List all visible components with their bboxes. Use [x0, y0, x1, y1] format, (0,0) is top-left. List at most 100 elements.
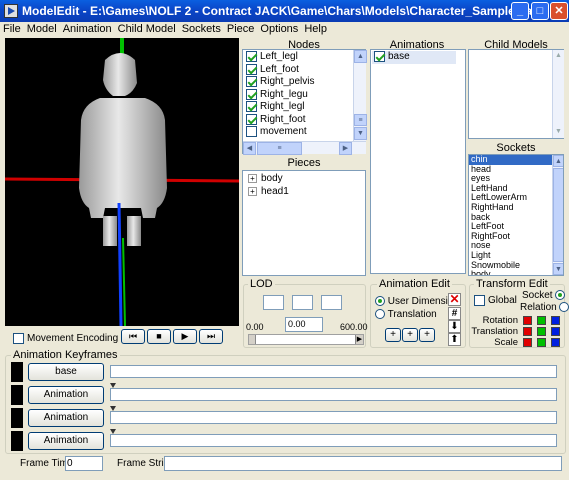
play-button[interactable]: ▶ [173, 329, 197, 344]
movement-encoding-checkbox[interactable] [13, 333, 24, 344]
menu-animation[interactable]: Animation [60, 22, 115, 36]
lod-box-3[interactable] [321, 295, 342, 310]
scroll-up-icon[interactable]: ▲ [553, 50, 564, 62]
scroll-up-icon[interactable]: ▲ [354, 50, 367, 63]
expand-icon[interactable]: + [248, 186, 257, 196]
stop-button[interactable]: ■ [147, 329, 171, 344]
skip-end-button[interactable]: ⏭ [199, 329, 223, 344]
node-item[interactable]: Left_legl [244, 51, 352, 64]
node-checkbox[interactable] [246, 126, 257, 137]
expand-icon[interactable]: + [248, 173, 257, 183]
animation-checkbox[interactable] [374, 51, 385, 62]
frame-string-field[interactable] [164, 456, 562, 471]
menu-piece[interactable]: Piece [224, 22, 258, 36]
keyframe-animation-button[interactable]: base [28, 363, 104, 381]
keyframe-track[interactable] [110, 434, 557, 447]
nodes-list[interactable]: Left_legl Left_foot Right_pelvis Right_legu… [242, 49, 367, 155]
keyframe-animation-button[interactable]: Animation [28, 386, 104, 404]
rotation-y-swatch[interactable] [537, 316, 546, 325]
node-item[interactable]: movement [244, 126, 352, 139]
plus-button-3[interactable]: + [419, 328, 435, 342]
hash-icon[interactable]: # [448, 307, 461, 320]
scale-x-swatch[interactable] [523, 338, 532, 347]
arrow-up-icon[interactable]: ⬆ [448, 333, 461, 346]
node-item[interactable]: Left_foot [244, 63, 352, 77]
socket-option[interactable]: Socket [522, 290, 566, 301]
sockets-list[interactable]: chin head eyes LeftHand LeftLowerArm RightHan… [468, 154, 564, 276]
rotation-x-swatch[interactable] [523, 316, 532, 325]
scroll-down-icon[interactable]: ▼ [553, 126, 564, 138]
lod-box-2[interactable] [292, 295, 313, 310]
global-option[interactable]: Global [474, 295, 517, 306]
app-icon[interactable] [4, 4, 18, 18]
keyframe-marker-icon[interactable] [110, 406, 116, 411]
node-checkbox[interactable] [246, 51, 257, 62]
translation-z-swatch[interactable] [551, 327, 560, 336]
minimize-button[interactable]: _ [511, 2, 529, 20]
translation-y-swatch[interactable] [537, 327, 546, 336]
menu-help[interactable]: Help [301, 22, 330, 36]
node-checkbox[interactable] [246, 63, 257, 75]
close-button[interactable]: ✕ [550, 2, 568, 20]
node-item[interactable]: Right_foot [244, 113, 352, 127]
node-item[interactable]: Right_legl [244, 101, 352, 114]
node-item[interactable]: Right_legu [244, 88, 352, 102]
keyframe-animation-button[interactable]: Animation [28, 409, 104, 427]
scroll-up-icon[interactable]: ▲ [553, 155, 563, 167]
keyframe-track[interactable] [110, 411, 557, 424]
skip-start-button[interactable]: ⏮ [121, 329, 145, 344]
node-checkbox[interactable] [246, 101, 257, 112]
arrow-down-icon[interactable]: ⬇ [448, 320, 461, 333]
scroll-left-icon[interactable]: ◀ [243, 142, 256, 155]
lod-value-field[interactable]: 0.00 [285, 317, 323, 332]
global-checkbox[interactable] [474, 295, 485, 306]
scroll-thumb[interactable] [553, 168, 563, 262]
animations-list[interactable]: base [370, 49, 466, 274]
maximize-button[interactable]: □ [531, 2, 549, 20]
scroll-thumb[interactable]: ≡ [354, 114, 367, 126]
scale-y-swatch[interactable] [537, 338, 546, 347]
piece-item[interactable]: + head1 [246, 186, 364, 199]
lod-slider[interactable]: ▶ [248, 334, 364, 345]
menu-sockets[interactable]: Sockets [179, 22, 224, 36]
relation-radio[interactable] [559, 302, 569, 313]
node-checkbox[interactable] [246, 113, 257, 125]
translation-option[interactable]: Translation [375, 309, 437, 320]
node-item[interactable]: Right_pelvis [244, 76, 352, 89]
model-viewport[interactable] [5, 38, 239, 326]
scroll-down-icon[interactable]: ▼ [553, 263, 563, 275]
menu-model[interactable]: Model [24, 22, 60, 36]
scroll-down-icon[interactable]: ▼ [354, 127, 367, 140]
child-models-list[interactable]: ▲ ▼ [468, 49, 564, 139]
sockets-vscroll[interactable]: ▲ ▼ [552, 155, 563, 275]
pieces-tree[interactable]: + body + head1 [242, 170, 366, 276]
rotation-z-swatch[interactable] [551, 316, 560, 325]
keyframe-marker-icon[interactable] [110, 383, 116, 388]
hscroll-thumb[interactable]: ≡ [257, 142, 302, 155]
user-dimension-radio[interactable] [375, 296, 385, 307]
keyframe-marker-icon[interactable] [110, 429, 116, 434]
movement-encoding-option[interactable]: Movement Encoding [13, 333, 118, 344]
frame-time-field[interactable]: 0 [65, 456, 103, 471]
keyframe-track[interactable] [110, 365, 557, 378]
nodes-vscroll[interactable]: ▲ ≡ ▼ [353, 50, 367, 141]
keyframe-track[interactable] [110, 388, 557, 401]
node-checkbox[interactable] [246, 88, 257, 100]
child-models-vscroll[interactable]: ▲ ▼ [552, 50, 564, 138]
keyframe-animation-button[interactable]: Animation [28, 432, 104, 450]
piece-item[interactable]: + body [246, 173, 364, 186]
user-dimension-option[interactable]: User Dimension [375, 296, 459, 307]
nodes-hscroll[interactable]: ◀ ≡ ▶ [243, 141, 366, 155]
menu-options[interactable]: Options [257, 22, 301, 36]
menu-file[interactable]: File [0, 22, 24, 36]
socket-item[interactable]: body [469, 270, 552, 275]
menu-child-model[interactable]: Child Model [115, 22, 179, 36]
relation-option[interactable]: Relation [520, 302, 569, 313]
socket-radio[interactable] [555, 290, 566, 301]
plus-button-1[interactable]: + [385, 328, 401, 342]
scroll-right-icon[interactable]: ▶ [339, 142, 352, 155]
animation-item[interactable]: base [372, 51, 456, 64]
translation-radio[interactable] [375, 309, 385, 320]
lod-box-1[interactable] [263, 295, 284, 310]
plus-button-2[interactable]: + [402, 328, 418, 342]
